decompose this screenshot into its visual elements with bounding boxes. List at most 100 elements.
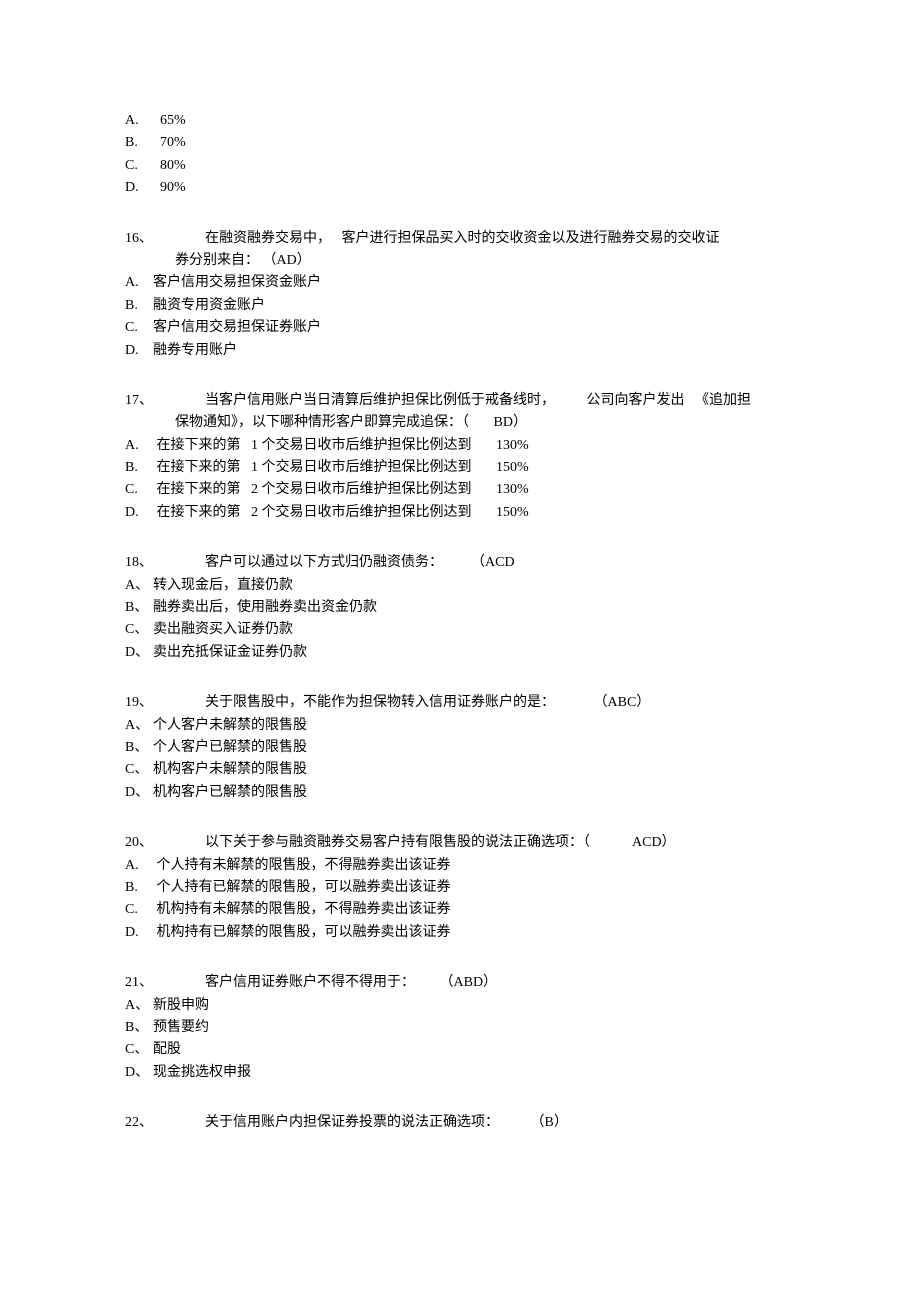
option-row: C. 80% xyxy=(125,155,795,177)
option-row: D、 机构客户已解禁的限售股 xyxy=(125,782,795,804)
question-stem: 关于限售股中，不能作为担保物转入信用证券账户的是： （ABC） xyxy=(205,692,795,714)
option-label: A. xyxy=(125,272,153,294)
option-label: A. xyxy=(125,110,153,132)
option-text: 机构客户已解禁的限售股 xyxy=(153,782,795,804)
option-text: 90% xyxy=(153,177,795,199)
option-row: D. 在接下来的第 2 个交易日收市后维护担保比例达到 150% xyxy=(125,502,795,524)
option-text: 转入现金后，直接仍款 xyxy=(153,575,795,597)
option-row: C. 在接下来的第 2 个交易日收市后维护担保比例达到 130% xyxy=(125,479,795,501)
option-row: C、 卖出融资买入证券仍款 xyxy=(125,619,795,641)
question-stem: 关于信用账户内担保证券投票的说法正确选项： （B） xyxy=(205,1112,795,1134)
option-text: 融券专用账户 xyxy=(153,340,795,362)
option-row: C. 机构持有未解禁的限售股，不得融券卖出该证券 xyxy=(125,899,795,921)
option-label: A. xyxy=(125,435,153,457)
question-number: 20、 xyxy=(125,832,205,854)
option-label: B. xyxy=(125,877,153,899)
option-row: B、 个人客户已解禁的限售股 xyxy=(125,737,795,759)
question-18: 18、 客户可以通过以下方式归仍融资债务： （ACD A、 转入现金后，直接仍款… xyxy=(125,552,795,664)
option-label: B. xyxy=(125,295,153,317)
option-row: B. 在接下来的第 1 个交易日收市后维护担保比例达到 150% xyxy=(125,457,795,479)
option-text: 在接下来的第 2 个交易日收市后维护担保比例达到 150% xyxy=(153,502,795,524)
option-label: B. xyxy=(125,132,153,154)
option-label: D、 xyxy=(125,782,153,804)
question-stem-cont: 保物通知》，以下哪种情形客户即算完成追保：（ BD） xyxy=(125,412,795,434)
option-row: A、 新股申购 xyxy=(125,995,795,1017)
question-20: 20、 以下关于参与融资融券交易客户持有限售股的说法正确选项：（ ACD） A.… xyxy=(125,832,795,944)
option-label: D. xyxy=(125,922,153,944)
question-17: 17、 当客户信用账户当日清算后维护担保比例低于戒备线时， 公司向客户发出 《追… xyxy=(125,390,795,524)
option-text: 个人客户未解禁的限售股 xyxy=(153,715,795,737)
option-label: D. xyxy=(125,502,153,524)
option-text: 融资专用资金账户 xyxy=(153,295,795,317)
option-row: C、 配股 xyxy=(125,1039,795,1061)
option-text: 预售要约 xyxy=(153,1017,795,1039)
option-text: 机构客户未解禁的限售股 xyxy=(153,759,795,781)
question-number: 16、 xyxy=(125,228,205,250)
question-stem-row: 16、 在融资融券交易中， 客户进行担保品买入时的交收资金以及进行融券交易的交收… xyxy=(125,228,795,250)
option-text: 卖出充抵保证金证券仍款 xyxy=(153,642,795,664)
option-text: 个人客户已解禁的限售股 xyxy=(153,737,795,759)
question-19: 19、 关于限售股中，不能作为担保物转入信用证券账户的是： （ABC） A、 个… xyxy=(125,692,795,804)
option-text: 65% xyxy=(153,110,795,132)
question-stem-row: 22、 关于信用账户内担保证券投票的说法正确选项： （B） xyxy=(125,1112,795,1134)
question-stem: 客户信用证券账户不得不得用于： （ABD） xyxy=(205,972,795,994)
question-stem: 以下关于参与融资融券交易客户持有限售股的说法正确选项：（ ACD） xyxy=(205,832,795,854)
option-label: C. xyxy=(125,155,153,177)
option-label: D. xyxy=(125,340,153,362)
question-number: 19、 xyxy=(125,692,205,714)
option-text: 机构持有已解禁的限售股，可以融券卖出该证券 xyxy=(153,922,795,944)
option-row: D. 90% xyxy=(125,177,795,199)
option-row: D. 融券专用账户 xyxy=(125,340,795,362)
question-stem-row: 18、 客户可以通过以下方式归仍融资债务： （ACD xyxy=(125,552,795,574)
option-label: B、 xyxy=(125,1017,153,1039)
option-label: C、 xyxy=(125,759,153,781)
option-text: 现金挑选权申报 xyxy=(153,1062,795,1084)
question-stem: 客户可以通过以下方式归仍融资债务： （ACD xyxy=(205,552,795,574)
option-text: 融券卖出后，使用融券卖出资金仍款 xyxy=(153,597,795,619)
question-stem: 当客户信用账户当日清算后维护担保比例低于戒备线时， 公司向客户发出 《追加担 xyxy=(205,390,795,412)
question-stem-cont: 券分别来自： （AD） xyxy=(125,250,795,272)
option-label: D. xyxy=(125,177,153,199)
question-15-options: A. 65% B. 70% C. 80% D. 90% xyxy=(125,110,795,200)
option-row: D. 机构持有已解禁的限售股，可以融券卖出该证券 xyxy=(125,922,795,944)
option-text: 客户信用交易担保证券账户 xyxy=(153,317,795,339)
question-stem-row: 17、 当客户信用账户当日清算后维护担保比例低于戒备线时， 公司向客户发出 《追… xyxy=(125,390,795,412)
option-label: C. xyxy=(125,317,153,339)
question-stem-row: 21、 客户信用证券账户不得不得用于： （ABD） xyxy=(125,972,795,994)
option-row: B、 预售要约 xyxy=(125,1017,795,1039)
option-label: B、 xyxy=(125,597,153,619)
option-row: A. 在接下来的第 1 个交易日收市后维护担保比例达到 130% xyxy=(125,435,795,457)
option-row: B、 融券卖出后，使用融券卖出资金仍款 xyxy=(125,597,795,619)
option-label: B、 xyxy=(125,737,153,759)
option-text: 70% xyxy=(153,132,795,154)
option-label: D、 xyxy=(125,642,153,664)
option-text: 在接下来的第 1 个交易日收市后维护担保比例达到 150% xyxy=(153,457,795,479)
question-stem-row: 19、 关于限售股中，不能作为担保物转入信用证券账户的是： （ABC） xyxy=(125,692,795,714)
option-row: B. 融资专用资金账户 xyxy=(125,295,795,317)
option-label: C. xyxy=(125,479,153,501)
option-row: B. 个人持有已解禁的限售股，可以融券卖出该证券 xyxy=(125,877,795,899)
option-row: D、 卖出充抵保证金证券仍款 xyxy=(125,642,795,664)
option-text: 在接下来的第 2 个交易日收市后维护担保比例达到 130% xyxy=(153,479,795,501)
question-21: 21、 客户信用证券账户不得不得用于： （ABD） A、 新股申购 B、 预售要… xyxy=(125,972,795,1084)
option-text: 个人持有未解禁的限售股，不得融券卖出该证券 xyxy=(153,855,795,877)
option-text: 80% xyxy=(153,155,795,177)
option-row: C、 机构客户未解禁的限售股 xyxy=(125,759,795,781)
option-row: B. 70% xyxy=(125,132,795,154)
option-row: A、 转入现金后，直接仍款 xyxy=(125,575,795,597)
question-16: 16、 在融资融券交易中， 客户进行担保品买入时的交收资金以及进行融券交易的交收… xyxy=(125,228,795,362)
option-text: 新股申购 xyxy=(153,995,795,1017)
option-row: A、 个人客户未解禁的限售股 xyxy=(125,715,795,737)
option-row: A. 65% xyxy=(125,110,795,132)
option-label: C. xyxy=(125,899,153,921)
option-label: C、 xyxy=(125,619,153,641)
question-number: 21、 xyxy=(125,972,205,994)
option-label: A、 xyxy=(125,995,153,1017)
question-stem-row: 20、 以下关于参与融资融券交易客户持有限售股的说法正确选项：（ ACD） xyxy=(125,832,795,854)
option-row: A. 客户信用交易担保资金账户 xyxy=(125,272,795,294)
option-text: 配股 xyxy=(153,1039,795,1061)
question-stem: 在融资融券交易中， 客户进行担保品买入时的交收资金以及进行融券交易的交收证 xyxy=(205,228,795,250)
option-text: 在接下来的第 1 个交易日收市后维护担保比例达到 130% xyxy=(153,435,795,457)
option-row: D、 现金挑选权申报 xyxy=(125,1062,795,1084)
option-text: 客户信用交易担保资金账户 xyxy=(153,272,795,294)
